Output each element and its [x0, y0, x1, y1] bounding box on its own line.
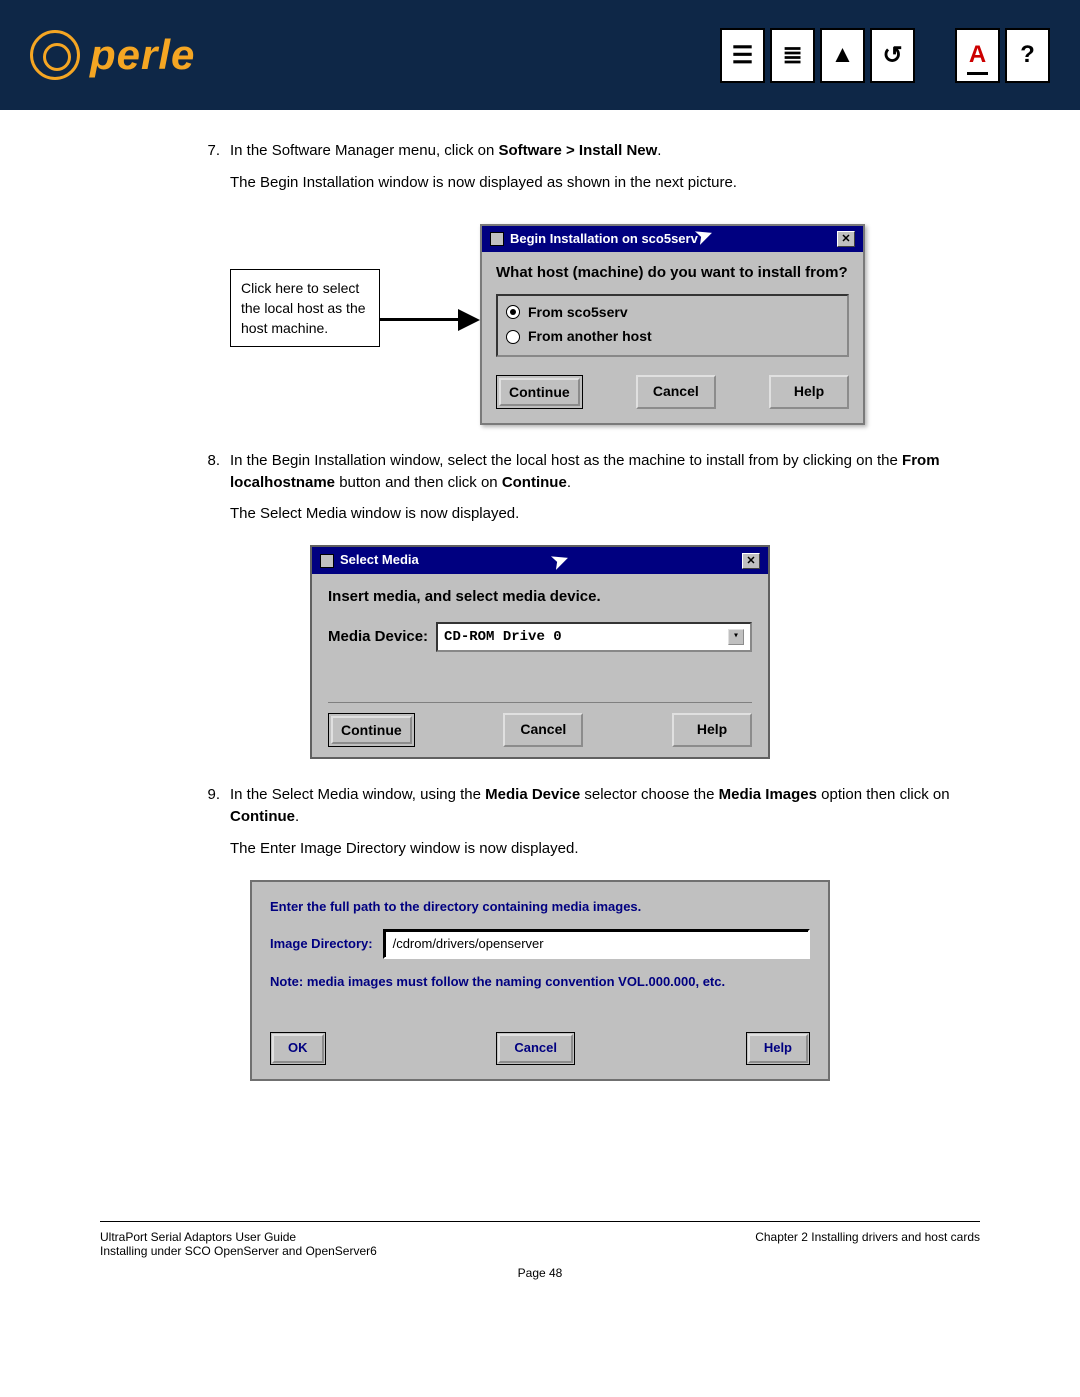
dialog-enter-image-directory: Enter the full path to the directory con… [250, 880, 830, 1081]
help-button[interactable]: Help [672, 713, 752, 747]
radio-from-another-host[interactable]: From another host [506, 324, 839, 348]
logo-icon [30, 30, 80, 80]
help-button[interactable]: Help [746, 1032, 810, 1065]
chevron-down-icon[interactable]: ▾ [728, 629, 744, 645]
cursor-icon: ➤ [548, 545, 574, 578]
callout-text: Click here to select the local host as t… [230, 269, 380, 348]
dialog-prompt: Insert media, and select media device. [328, 586, 752, 608]
media-device-value: CD-ROM Drive 0 [444, 627, 562, 647]
page-number: Page 48 [100, 1266, 980, 1280]
step-text: The Enter Image Directory window is now … [230, 838, 980, 860]
continue-button[interactable]: Continue [328, 713, 415, 747]
close-icon[interactable]: ✕ [742, 553, 760, 569]
dialog-title: Select Media [340, 551, 419, 570]
cancel-button[interactable]: Cancel [636, 375, 716, 409]
toc-icon[interactable]: ☰ [720, 28, 765, 83]
font-icon[interactable]: A [955, 28, 1000, 83]
dialog-title: Begin Installation on sco5serv [510, 230, 698, 249]
dialog-note: Note: media images must follow the namin… [270, 973, 810, 992]
help-button[interactable]: Help [769, 375, 849, 409]
back-icon[interactable]: ↺ [870, 28, 915, 83]
media-device-label: Media Device: [328, 626, 428, 648]
step-number: 7. [100, 140, 230, 204]
window-icon [490, 232, 504, 246]
close-icon[interactable]: ✕ [837, 231, 855, 247]
step-text: In the Software Manager menu, click on S… [230, 140, 980, 162]
image-directory-input[interactable]: /cdrom/drivers/openserver [383, 929, 810, 960]
dialog-begin-installation: Begin Installation on sco5serv ➤ ✕ What … [480, 224, 865, 425]
step-text: In the Begin Installation window, select… [230, 450, 980, 494]
brand-name: perle [90, 31, 195, 79]
dialog-prompt: Enter the full path to the directory con… [270, 898, 810, 917]
step-number: 8. [100, 450, 230, 535]
step-text: In the Select Media window, using the Me… [230, 784, 980, 828]
radio-icon[interactable] [506, 330, 520, 344]
radio-group-host: From sco5serv From another host [496, 294, 849, 357]
cancel-button[interactable]: Cancel [503, 713, 583, 747]
step-7: 7. In the Software Manager menu, click o… [100, 140, 980, 204]
dialog-titlebar[interactable]: Begin Installation on sco5serv ➤ ✕ [482, 226, 863, 253]
page-content: 7. In the Software Manager menu, click o… [0, 110, 1080, 1121]
page-footer: UltraPort Serial Adaptors User Guide Ins… [100, 1221, 980, 1280]
footer-guide-title: UltraPort Serial Adaptors User Guide [100, 1230, 377, 1244]
step-8: 8. In the Begin Installation window, sel… [100, 450, 980, 535]
continue-button[interactable]: Continue [496, 375, 583, 409]
step-number: 9. [100, 784, 230, 869]
media-device-select[interactable]: CD-ROM Drive 0 ▾ [436, 622, 752, 652]
ok-button[interactable]: OK [270, 1032, 326, 1065]
index-icon[interactable]: ≣ [770, 28, 815, 83]
cancel-button[interactable]: Cancel [496, 1032, 575, 1065]
image-directory-label: Image Directory: [270, 935, 373, 954]
up-icon[interactable]: ▲ [820, 28, 865, 83]
step-text: The Begin Installation window is now dis… [230, 172, 980, 194]
dialog-prompt: What host (machine) do you want to insta… [496, 262, 849, 284]
brand-logo: perle [30, 30, 195, 80]
page-header: perle ☰ ≣ ▲ ↺ A ? [0, 0, 1080, 110]
dialog-select-media: Select Media ➤ ✕ Insert media, and selec… [310, 545, 770, 759]
radio-icon[interactable] [506, 305, 520, 319]
dialog-titlebar[interactable]: Select Media ➤ ✕ [312, 547, 768, 574]
footer-section-title: Installing under SCO OpenServer and Open… [100, 1244, 377, 1258]
dialog-begin-installation-row: Click here to select the local host as t… [100, 224, 980, 425]
footer-chapter: Chapter 2 Installing drivers and host ca… [755, 1230, 980, 1258]
help-icon[interactable]: ? [1005, 28, 1050, 83]
header-nav-icons: ☰ ≣ ▲ ↺ A ? [720, 28, 1050, 83]
window-icon [320, 554, 334, 568]
radio-from-sco5serv[interactable]: From sco5serv [506, 300, 839, 324]
step-9: 9. In the Select Media window, using the… [100, 784, 980, 869]
step-text: The Select Media window is now displayed… [230, 503, 980, 525]
